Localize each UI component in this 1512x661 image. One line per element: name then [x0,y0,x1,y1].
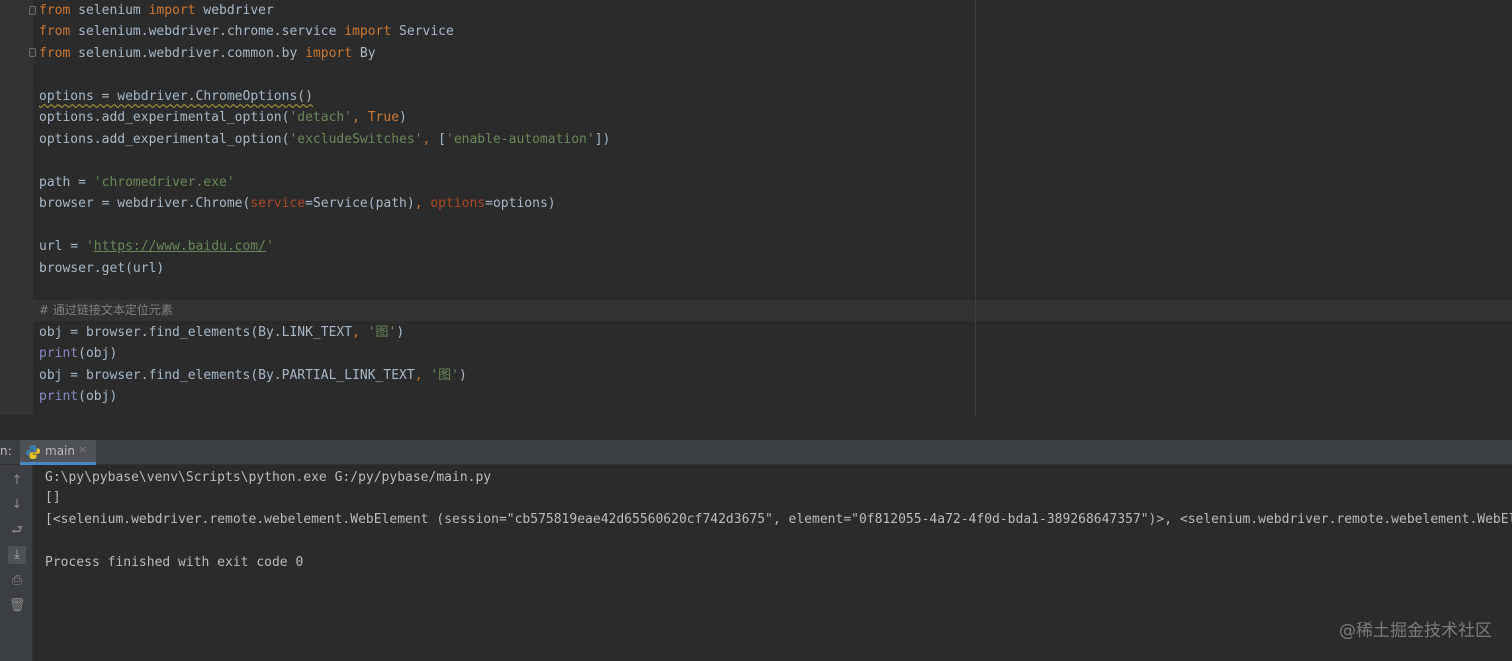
code-text: (obj) [78,389,118,404]
close-icon[interactable]: × [78,443,87,456]
code-line-18[interactable]: obj = browser.find_elements(By.PARTIAL_L… [39,365,467,386]
soft-wrap-icon[interactable]: ⮐ [8,522,26,540]
fold-marker-icon[interactable] [29,6,36,15]
watermark: @稀土掘金技术社区 [1339,621,1492,641]
code-text: [ [438,132,446,147]
keyword: import [344,24,392,39]
code-text: options.add_experimental_option( [39,132,290,147]
fold-marker-icon[interactable] [29,48,36,57]
code-editor[interactable]: from selenium import webdriver from sele… [0,0,1512,415]
code-text: selenium.webdriver.common.by [70,46,306,61]
keyword: from [39,24,71,39]
code-text: By [352,46,376,61]
code-line-16[interactable]: obj = browser.find_elements(By.LINK_TEXT… [39,322,404,343]
builtin-function: print [39,389,79,404]
code-line-5[interactable]: options = webdriver.ChromeOptions() [39,86,313,107]
string-literal: 'detach' [289,110,353,125]
code-text: =options) [485,196,556,211]
comma: , [352,325,368,340]
code-line-15[interactable]: # 通过链接文本定位元素 [39,300,173,321]
code-line-19[interactable]: print(obj) [39,386,117,407]
run-toolbar: ↑ ↓ ⮐ ⤓ ⎙ 🗑 [0,465,33,661]
string-literal: ' [85,239,94,254]
trash-icon[interactable]: 🗑 [8,597,26,615]
keyword-argument: options [430,196,486,211]
keyword: from [39,3,71,18]
keyword-argument: service [250,196,306,211]
code-line-2[interactable]: from selenium.webdriver.chrome.service i… [39,21,454,42]
code-text: ) [396,325,405,340]
code-text: selenium [70,3,149,18]
panel-separator[interactable] [0,415,1512,440]
code-text: obj = browser.find_elements(By.PARTIAL_L… [39,368,415,383]
code-line-7[interactable]: options.add_experimental_option('exclude… [39,129,610,150]
run-label: n: [0,444,12,458]
down-arrow-icon[interactable]: ↓ [8,496,26,514]
code-text: obj = browser.find_elements(By.LINK_TEXT [39,325,353,340]
tab-main[interactable]: main × [20,440,96,465]
code-line-3[interactable]: from selenium.webdriver.common.by import… [39,43,376,64]
code-line-9[interactable]: path = 'chromedriver.exe' [39,172,235,193]
code-line-10[interactable]: browser = webdriver.Chrome(service=Servi… [39,193,556,214]
string-literal: 'enable-automation' [446,132,595,147]
code-line-13[interactable]: browser.get(url) [39,258,164,279]
comma: , [414,196,431,211]
code-text: =Service(path) [305,196,415,211]
string-literal: 'excludeSwitches' [289,132,423,147]
code-text: Service [391,24,454,39]
string-literal: ' [265,239,274,254]
code-text: ]) [594,132,611,147]
console-line: [] [45,490,61,505]
console-output[interactable]: G:\py\pybase\venv\Scripts\python.exe G:/… [33,465,1512,661]
current-line-highlight [33,300,1512,321]
code-comment: # 通过链接文本定位元素 [39,303,173,317]
print-icon[interactable]: ⎙ [8,572,26,590]
code-line-1[interactable]: from selenium import webdriver [39,0,274,21]
console-line: G:\py\pybase\venv\Scripts\python.exe G:/… [45,470,492,485]
code-text: options.add_experimental_option( [39,110,290,125]
comma: , [422,132,439,147]
run-tool-window-header: n: main × [0,440,1512,465]
code-text: webdriver [195,3,274,18]
url-link[interactable]: https://www.baidu.com/ [94,239,266,254]
builtin-function: print [39,346,79,361]
editor-gutter[interactable] [0,0,36,415]
keyword: from [39,46,71,61]
right-margin-guide [975,0,976,415]
code-text: url = [39,239,86,254]
console-line: [<selenium.webdriver.remote.webelement.W… [45,512,1512,527]
tab-label: main [45,444,75,458]
python-icon [26,445,40,459]
scroll-to-end-icon[interactable]: ⤓ [8,546,26,564]
code-text: ) [399,110,407,125]
code-text: options = webdriver.ChromeOptions() [39,89,313,104]
string-literal: 'chromedriver.exe' [93,175,235,190]
string-literal: '图' [367,325,397,340]
keyword: import [148,3,196,18]
code-line-6[interactable]: options.add_experimental_option('detach'… [39,107,407,128]
code-text: selenium.webdriver.chrome.service [70,24,345,39]
code-text: (obj) [78,346,118,361]
code-text: browser = webdriver.Chrome( [39,196,251,211]
code-text: path = [39,175,94,190]
comma: , [414,368,431,383]
up-arrow-icon[interactable]: ↑ [8,472,26,490]
console-line: Process finished with exit code 0 [45,555,304,570]
keyword: True [367,110,400,125]
code-text: browser.get(url) [39,261,165,276]
comma: , [352,110,368,125]
code-text: ) [459,368,467,383]
string-literal: '图' [430,368,459,383]
keyword: import [305,46,353,61]
code-line-17[interactable]: print(obj) [39,343,117,364]
code-line-12[interactable]: url = 'https://www.baidu.com/' [39,236,274,257]
